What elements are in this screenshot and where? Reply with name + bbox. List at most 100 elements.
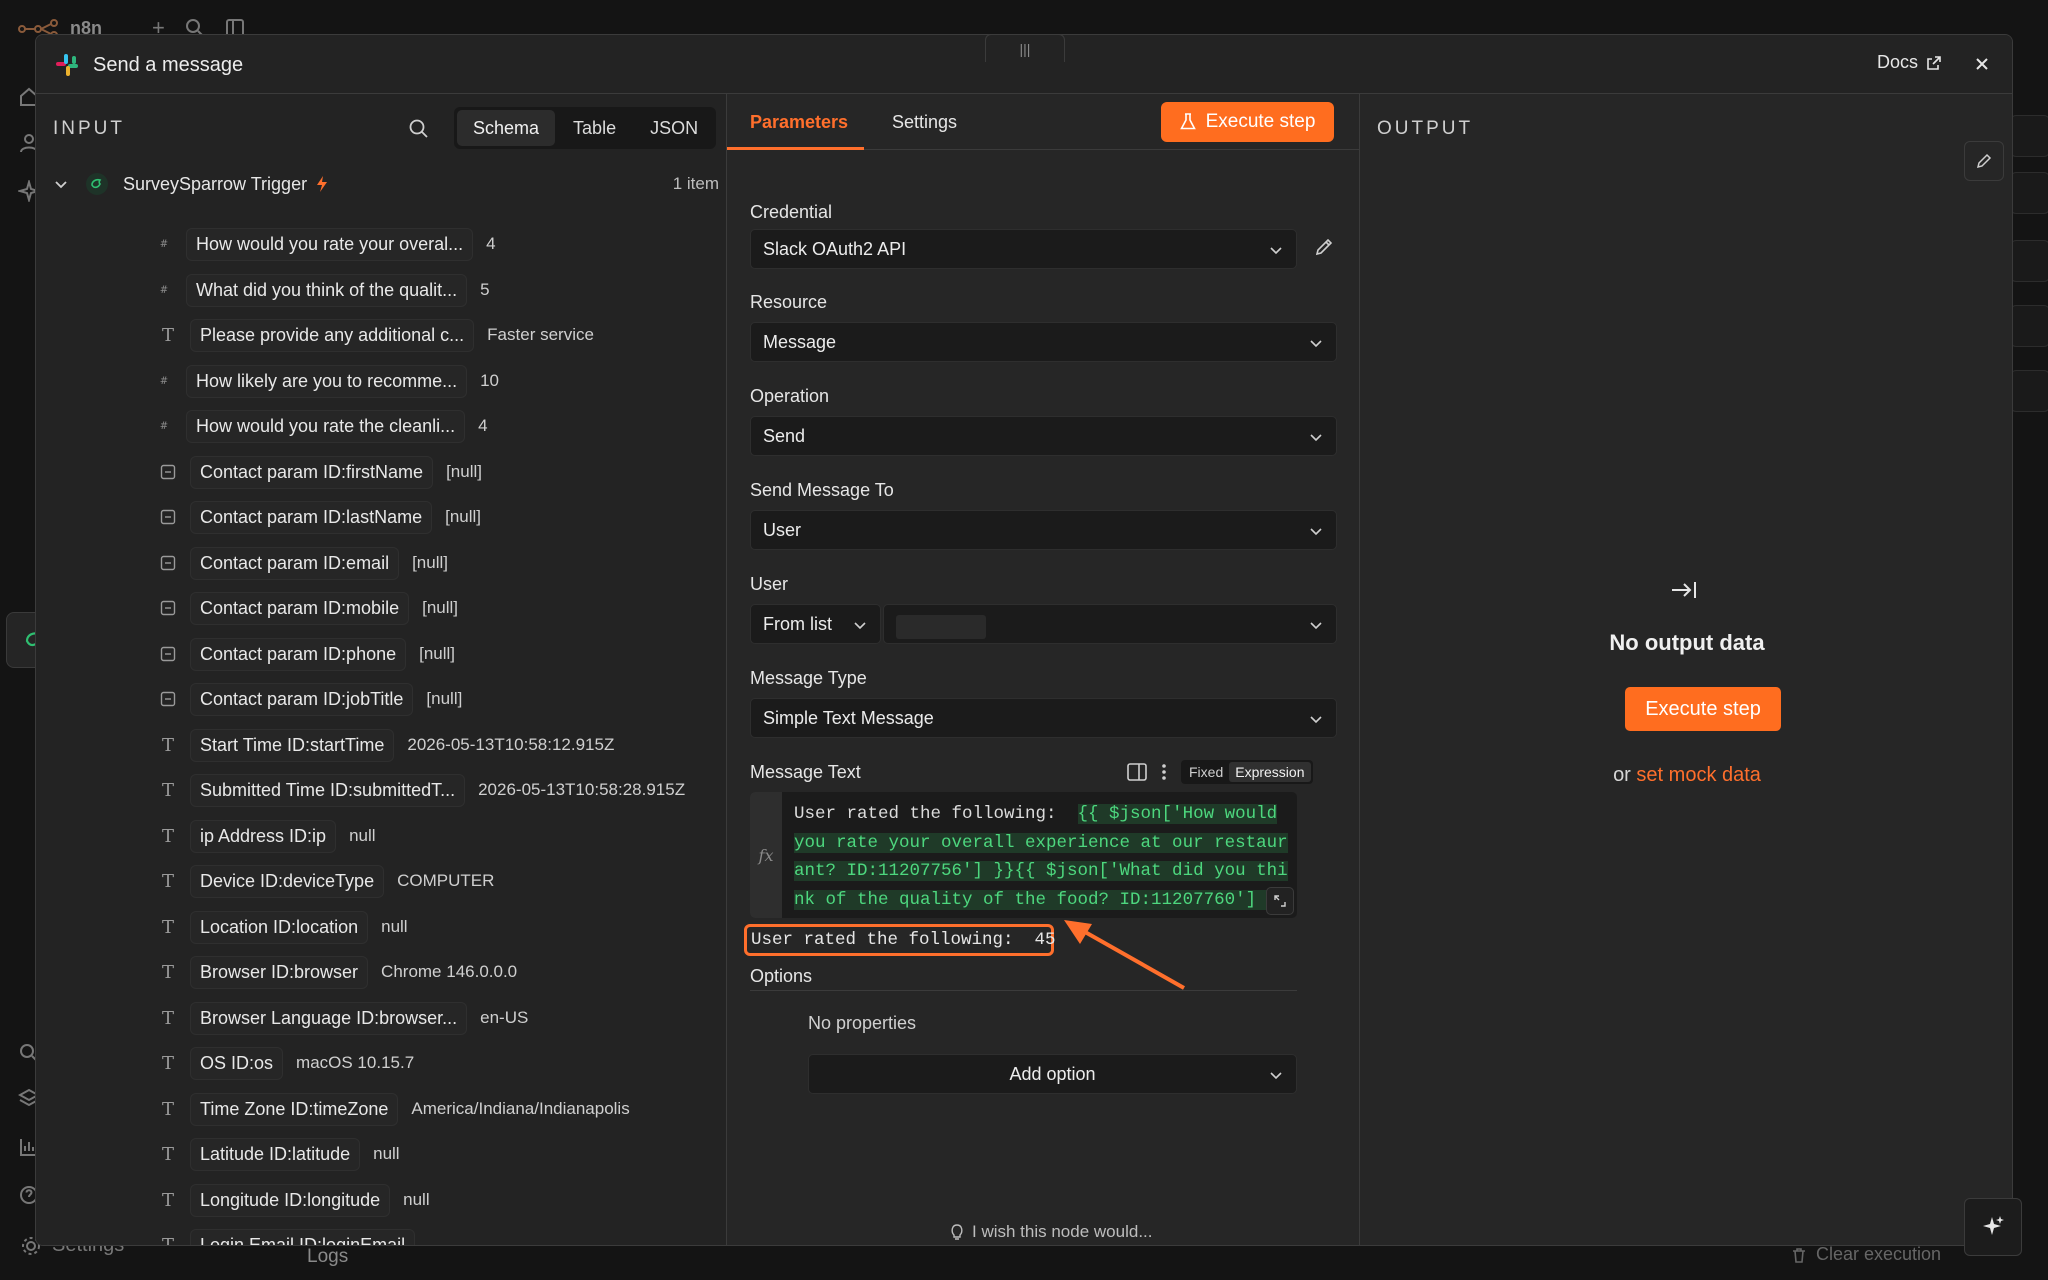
schema-field-row[interactable]: T Time Zone ID:timeZone America/Indiana/In… bbox=[155, 1089, 630, 1129]
string-type-icon: T bbox=[161, 1052, 174, 1074]
expand-editor-button[interactable] bbox=[1266, 887, 1294, 915]
field-name[interactable]: Longitude ID:longitude bbox=[191, 1184, 390, 1216]
schema-field-row[interactable]: T Please provide any additional c... Faste… bbox=[155, 315, 594, 355]
string-type-icon: T bbox=[161, 734, 174, 756]
canvas-tool[interactable] bbox=[2010, 370, 2048, 412]
field-name[interactable]: Contact param ID:phone bbox=[191, 638, 406, 670]
set-mock-data-link[interactable]: set mock data bbox=[1636, 764, 1761, 786]
output-execute-step-button[interactable]: Execute step bbox=[1625, 687, 1781, 731]
tab-parameters[interactable]: Parameters bbox=[750, 112, 848, 133]
input-search-button[interactable] bbox=[408, 118, 430, 140]
mode-expression[interactable]: Expression bbox=[1229, 762, 1311, 782]
schema-field-row[interactable]: Contact param ID:email [null] bbox=[155, 543, 448, 583]
field-name[interactable]: Contact param ID:firstName bbox=[191, 456, 433, 488]
field-name[interactable]: Location ID:location bbox=[191, 911, 368, 943]
credential-select[interactable]: Slack OAuth2 API bbox=[750, 229, 1297, 269]
canvas-tool[interactable] bbox=[2010, 240, 2048, 282]
number-type-icon: # bbox=[159, 238, 169, 250]
schema-field-row[interactable]: T Latitude ID:latitude null bbox=[155, 1134, 400, 1174]
field-name[interactable]: How likely are you to recomme... bbox=[187, 365, 467, 397]
schema-field-row[interactable]: Contact param ID:phone [null] bbox=[155, 634, 455, 674]
field-name[interactable]: Login Email ID:loginEmail bbox=[191, 1229, 415, 1245]
field-name[interactable]: Start Time ID:startTime bbox=[191, 729, 394, 761]
message-text-label: Message Text bbox=[750, 762, 861, 782]
docs-link[interactable]: Docs bbox=[1877, 52, 1942, 73]
field-name[interactable]: Browser ID:browser bbox=[191, 956, 368, 988]
schema-field-row[interactable]: Contact param ID:mobile [null] bbox=[155, 588, 458, 628]
active-tab-indicator bbox=[727, 147, 864, 150]
ai-assistant-button[interactable] bbox=[1964, 1198, 2022, 1256]
tab-settings[interactable]: Settings bbox=[892, 112, 957, 133]
execute-step-button[interactable]: Execute step bbox=[1161, 102, 1334, 142]
schema-field-row[interactable]: Contact param ID:jobTitle [null] bbox=[155, 679, 462, 719]
sidebar-layout-icon[interactable] bbox=[1127, 763, 1147, 781]
chevron-down-icon bbox=[854, 622, 866, 630]
field-name[interactable]: Device ID:deviceType bbox=[191, 865, 384, 897]
canvas-tool[interactable] bbox=[2010, 305, 2048, 347]
field-name[interactable]: Please provide any additional c... bbox=[191, 319, 474, 351]
schema-field-row[interactable]: T Location ID:location null bbox=[155, 907, 408, 947]
schema-field-row[interactable]: Tip Address ID:ip null bbox=[155, 816, 376, 856]
field-name[interactable]: Time Zone ID:timeZone bbox=[191, 1093, 398, 1125]
tab-table[interactable]: Table bbox=[557, 110, 632, 146]
user-mode-select[interactable]: From list bbox=[750, 604, 881, 644]
chevron-down-icon[interactable] bbox=[53, 176, 69, 192]
schema-field-row[interactable]: T Longitude ID:longitude null bbox=[155, 1180, 430, 1220]
or-text: or bbox=[1613, 764, 1631, 786]
field-name[interactable]: Contact param ID:email bbox=[191, 547, 399, 579]
schema-field-row[interactable]: T Device ID:deviceType COMPUTER bbox=[155, 861, 494, 901]
logs-label[interactable]: Logs bbox=[307, 1246, 348, 1268]
close-button[interactable] bbox=[1970, 52, 1994, 76]
edit-output-button[interactable] bbox=[1964, 141, 2004, 181]
send-to-select[interactable]: User bbox=[750, 510, 1337, 550]
schema-field-row[interactable]: # How likely are you to recomme... 10 bbox=[151, 361, 499, 401]
resource-select[interactable]: Message bbox=[750, 322, 1337, 362]
field-name[interactable]: Contact param ID:lastName bbox=[191, 501, 432, 533]
clear-execution-label: Clear execution bbox=[1816, 1244, 1942, 1264]
field-value: en-US bbox=[480, 1008, 529, 1027]
field-name[interactable]: Contact param ID:mobile bbox=[191, 592, 409, 624]
schema-field-row[interactable]: T OS ID:os macOS 10.15.7 bbox=[155, 1043, 414, 1083]
field-value: 2026-05-13T10:58:12.915Z bbox=[407, 735, 615, 754]
schema-field-row[interactable]: T Submitted Time ID:submittedT... 2026-05-… bbox=[155, 770, 685, 810]
schema-field-row[interactable]: T Browser ID:browser Chrome 146.0.0.0 bbox=[155, 952, 517, 992]
number-type-icon: # bbox=[159, 284, 169, 296]
field-name[interactable]: OS ID:os bbox=[191, 1047, 283, 1079]
schema-field-row[interactable]: # How would you rate your overal... 4 bbox=[151, 224, 496, 264]
message-text-expression-editor[interactable]: fx User rated the following: {{ $json['H… bbox=[750, 792, 1297, 918]
clear-execution-button[interactable]: Clear execution bbox=[1790, 1244, 1941, 1265]
edit-credential-button[interactable] bbox=[1314, 237, 1334, 257]
schema-field-row[interactable]: Contact param ID:lastName [null] bbox=[155, 497, 481, 537]
parameters-tabs: Parameters Settings Execute step bbox=[727, 94, 1359, 150]
fixed-expression-toggle: Fixed Expression bbox=[1181, 760, 1313, 784]
schema-field-row[interactable]: # What did you think of the qualit... 5 bbox=[151, 270, 490, 310]
field-name[interactable]: How would you rate your overal... bbox=[187, 228, 473, 260]
tab-json[interactable]: JSON bbox=[634, 110, 714, 146]
panel-drag-handle[interactable]: ||| bbox=[985, 34, 1065, 62]
feedback-link[interactable]: I wish this node would... bbox=[950, 1222, 1152, 1242]
canvas-tool[interactable] bbox=[2010, 172, 2048, 214]
operation-select[interactable]: Send bbox=[750, 416, 1337, 456]
canvas-tool[interactable] bbox=[2010, 115, 2048, 157]
search-icon bbox=[409, 119, 428, 138]
field-name[interactable]: Browser Language ID:browser... bbox=[191, 1002, 467, 1034]
field-value: Faster service bbox=[487, 325, 594, 344]
field-name[interactable]: ip Address ID:ip bbox=[191, 820, 336, 852]
add-option-dropdown[interactable]: Add option bbox=[808, 1054, 1297, 1094]
more-options-icon[interactable] bbox=[1161, 763, 1167, 781]
field-name[interactable]: Contact param ID:jobTitle bbox=[191, 683, 413, 715]
user-select[interactable] bbox=[883, 604, 1337, 644]
schema-field-row[interactable]: Contact param ID:firstName [null] bbox=[155, 452, 482, 492]
field-name[interactable]: Latitude ID:latitude bbox=[191, 1138, 360, 1170]
field-name[interactable]: How would you rate the cleanli... bbox=[187, 410, 465, 442]
schema-field-row[interactable]: T Login Email ID:loginEmail bbox=[155, 1225, 415, 1245]
schema-field-row[interactable]: T Browser Language ID:browser... en-US bbox=[155, 998, 528, 1038]
tab-schema[interactable]: Schema bbox=[457, 110, 556, 146]
schema-field-row[interactable]: T Start Time ID:startTime 2026-05-13T10:58… bbox=[155, 725, 614, 765]
mode-fixed[interactable]: Fixed bbox=[1183, 762, 1229, 782]
message-type-select[interactable]: Simple Text Message bbox=[750, 698, 1337, 738]
schema-field-row[interactable]: # How would you rate the cleanli... 4 bbox=[151, 406, 488, 446]
field-name[interactable]: Submitted Time ID:submittedT... bbox=[191, 774, 465, 806]
field-name[interactable]: What did you think of the qualit... bbox=[187, 274, 467, 306]
trigger-node-row[interactable]: SurveySparrow Trigger 1 item bbox=[53, 168, 719, 200]
